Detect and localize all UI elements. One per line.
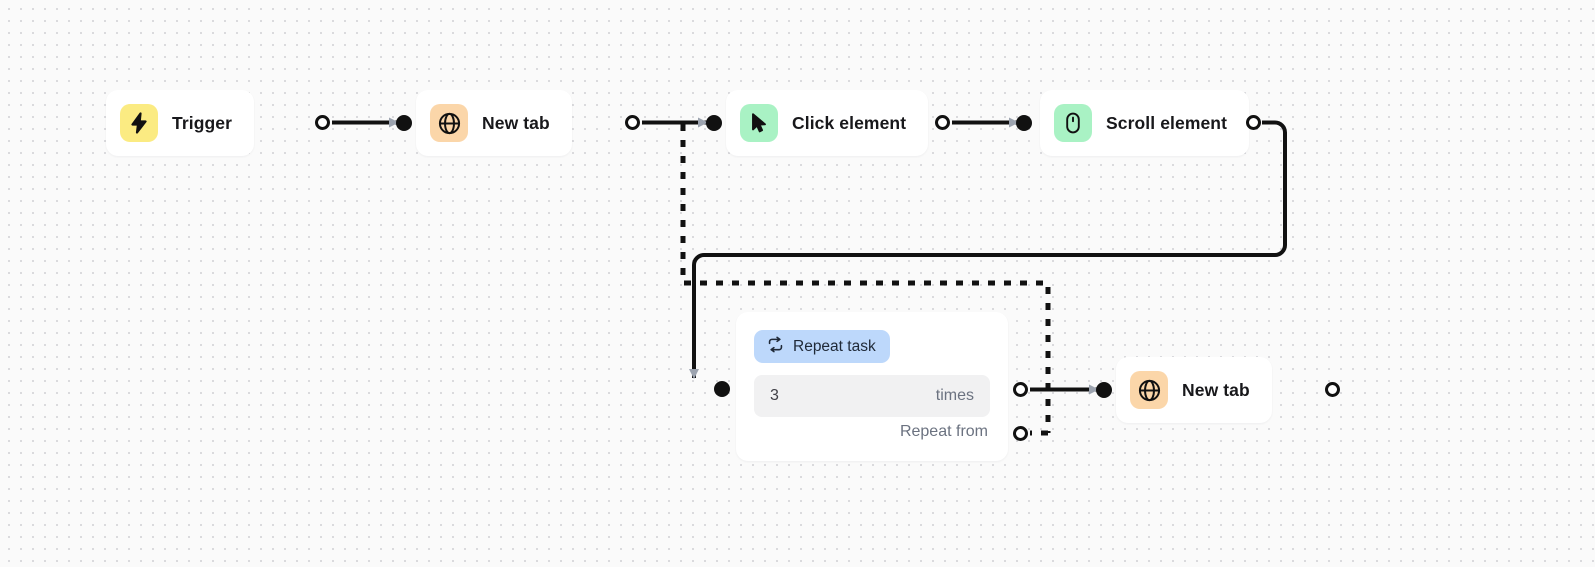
node-click-element[interactable]: Click element [726, 90, 929, 156]
output-port-trigger[interactable] [315, 115, 330, 130]
node-repeat-task[interactable]: Repeat task 3 times Repeat from [736, 312, 1008, 461]
input-port-click-element[interactable] [706, 114, 722, 131]
lightning-bolt-icon [120, 104, 158, 142]
workflow-canvas[interactable]: Trigger New tab Click element Scroll ele… [0, 0, 1595, 567]
node-label: Scroll element [1106, 112, 1228, 133]
repeat-count-value: 3 [770, 387, 779, 404]
node-new-tab-1[interactable]: New tab [416, 90, 572, 156]
input-port-new-tab-2[interactable] [1096, 381, 1112, 398]
output-port-repeat-task[interactable] [1013, 382, 1028, 397]
cursor-pointer-icon [740, 104, 778, 142]
node-trigger[interactable]: Trigger [106, 90, 255, 156]
input-port-scroll-element[interactable] [1016, 114, 1032, 131]
node-label: Click element [792, 112, 907, 133]
mouse-icon [1054, 104, 1092, 142]
output-port-new-tab-2[interactable] [1325, 382, 1340, 397]
input-port-repeat-task[interactable] [714, 381, 730, 397]
repeat-loop-icon [766, 335, 785, 359]
node-scroll-element[interactable]: Scroll element [1040, 90, 1250, 156]
output-port-new-tab-1[interactable] [625, 115, 640, 130]
output-port-click-element[interactable] [935, 115, 950, 130]
globe-icon [1130, 371, 1168, 409]
repeat-count-input[interactable]: 3 times [754, 375, 990, 417]
node-new-tab-2[interactable]: New tab [1116, 357, 1272, 423]
node-label: New tab [482, 112, 550, 133]
repeat-task-badge-label: Repeat task [793, 337, 876, 355]
repeat-task-badge[interactable]: Repeat task [754, 330, 890, 363]
input-port-new-tab-1[interactable] [396, 114, 412, 131]
repeat-from-label: Repeat from [899, 423, 988, 440]
globe-icon [430, 104, 468, 142]
node-label: New tab [1182, 379, 1250, 400]
repeat-count-unit: times [935, 387, 974, 404]
edge-layer [332, 117, 1287, 436]
node-label: Trigger [172, 112, 233, 133]
output-port-repeat-from[interactable] [1013, 425, 1028, 441]
output-port-scroll-element[interactable] [1246, 115, 1261, 130]
